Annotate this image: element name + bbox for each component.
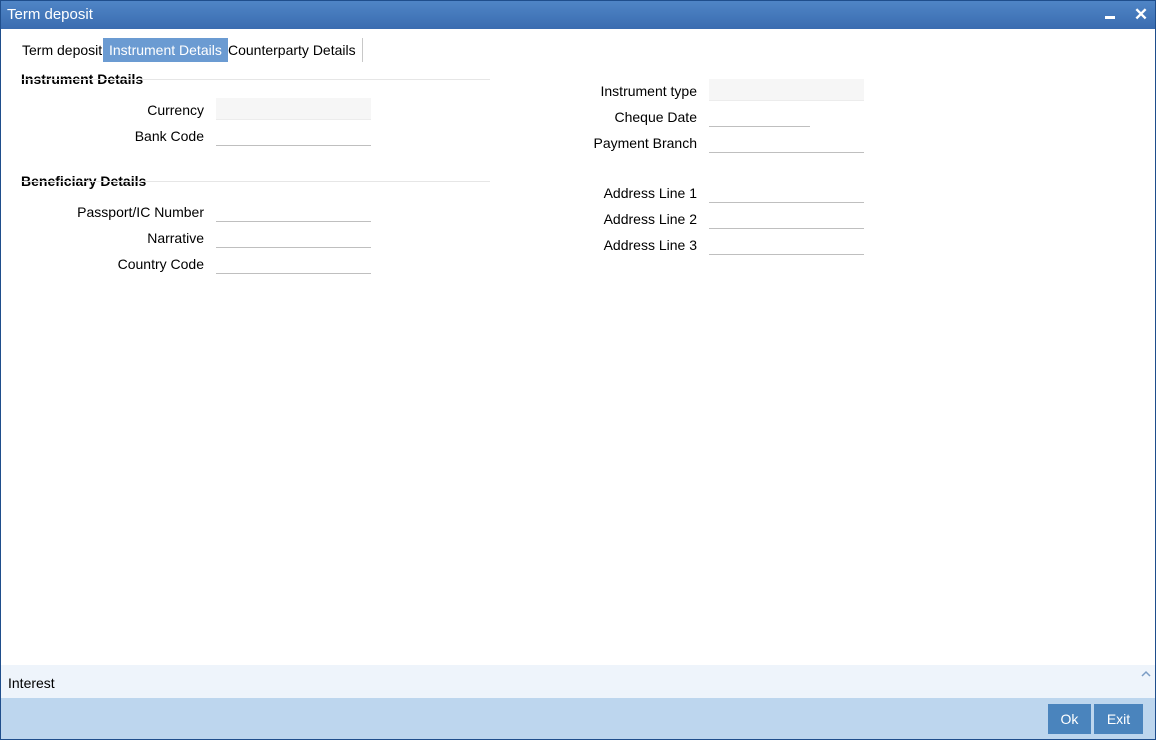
- country-code-label: Country Code: [117, 256, 204, 272]
- tab-counterparty-details[interactable]: Counterparty Details: [222, 38, 363, 62]
- close-icon[interactable]: ✕: [1131, 5, 1151, 25]
- currency-field[interactable]: [216, 98, 371, 120]
- term-deposit-window: Term deposit ✕ Term deposit Instrument D…: [0, 0, 1156, 740]
- chevron-up-icon[interactable]: [1141, 669, 1151, 679]
- address-line-2-field[interactable]: [709, 207, 864, 229]
- minimize-icon[interactable]: [1100, 5, 1120, 25]
- passport-field[interactable]: [216, 200, 371, 222]
- instrument-type-label: Instrument type: [600, 83, 698, 99]
- cheque-date-field[interactable]: [709, 105, 810, 127]
- section-divider: [21, 79, 490, 80]
- bank-code-field[interactable]: [216, 124, 371, 146]
- payment-branch-field[interactable]: [709, 131, 864, 153]
- currency-label: Currency: [147, 102, 204, 118]
- footer-bar: Ok Exit: [1, 698, 1155, 739]
- tab-instrument-details[interactable]: Instrument Details: [103, 38, 228, 62]
- tab-term-deposit[interactable]: Term deposit: [16, 38, 110, 62]
- country-code-field[interactable]: [216, 252, 371, 274]
- section-divider: [21, 181, 490, 182]
- address-line-1-label: Address Line 1: [603, 185, 697, 201]
- address-line-1-field[interactable]: [709, 181, 864, 203]
- exit-button[interactable]: Exit: [1094, 704, 1143, 734]
- narrative-label: Narrative: [147, 230, 204, 246]
- cheque-date-label: Cheque Date: [614, 109, 697, 125]
- bank-code-label: Bank Code: [134, 128, 204, 144]
- interest-label: Interest: [8, 675, 55, 691]
- address-line-3-label: Address Line 3: [603, 237, 697, 253]
- interest-panel-bar[interactable]: Interest: [1, 665, 1155, 698]
- narrative-field[interactable]: [216, 226, 371, 248]
- address-line-3-field[interactable]: [709, 233, 864, 255]
- title-bar[interactable]: Term deposit ✕: [1, 1, 1155, 29]
- window-title: Term deposit: [7, 6, 93, 23]
- payment-branch-label: Payment Branch: [593, 135, 698, 151]
- instrument-type-field[interactable]: [709, 79, 864, 101]
- ok-button[interactable]: Ok: [1048, 704, 1091, 734]
- address-line-2-label: Address Line 2: [603, 211, 697, 227]
- passport-label: Passport/IC Number: [77, 204, 204, 220]
